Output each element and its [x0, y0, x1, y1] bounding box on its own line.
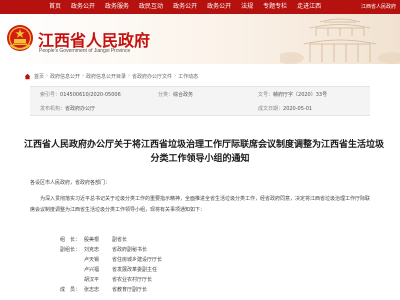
meta-category-label: 分类： — [158, 92, 174, 98]
home-icon — [24, 73, 31, 79]
member-name: 刘克忠 — [84, 247, 100, 253]
member-role: 成 员： — [59, 287, 80, 293]
member-post: 省教育厅副厅长 — [112, 287, 148, 293]
breadcrumb-separator: › — [128, 73, 131, 79]
topbar-right-link[interactable]: 江西省人民政府 — [361, 0, 396, 14]
member-name: 卢兴福 — [84, 267, 100, 273]
member-row: 成 员： 张志忠 省教育厅副厅长 — [30, 286, 147, 295]
meta-agency: 发布机构：省政府办公厅 — [40, 105, 95, 114]
meta-docno: 文号：赣府厅字〔2020〕33号 — [258, 91, 327, 100]
site-subtitle: People's Government of Jiangxi Province — [39, 48, 131, 54]
member-row: 副组长： 刘克忠 省政府副秘书长 — [30, 246, 147, 255]
meta-agency-value: 省政府办公厅 — [65, 106, 96, 112]
meta-date: 成文日期：2020-05-01 — [258, 105, 312, 114]
meta-docno-label: 文号： — [258, 92, 274, 98]
member-role: 组 长： — [59, 237, 80, 243]
breadcrumb-separator: › — [174, 73, 177, 79]
member-name: 卢天锡 — [84, 257, 100, 263]
nav-item-topics[interactable]: 专题专栏 — [258, 0, 292, 14]
member-row: 组 长： 殷美根 副省长 — [30, 236, 127, 245]
top-nav-bar: 首页 政务公开 政务服务 政民互动 政务公开 政务公开 法规 专题专栏 走进江西… — [0, 0, 400, 14]
member-post: 省发展改革委副主任 — [112, 267, 158, 273]
meta-agency-label: 发布机构： — [40, 106, 66, 112]
nav-item-gov-open-2[interactable]: 政务公开 — [168, 0, 202, 14]
breadcrumb-separator: › — [82, 73, 85, 79]
pavilion-illustration-icon — [280, 18, 400, 64]
site-header: 江西省人民政府 People's Government of Jiangxi P… — [0, 14, 400, 64]
nav-item-gov-service[interactable]: 政务服务 — [100, 0, 134, 14]
breadcrumb-catalog[interactable]: 政府信息公开目录 — [86, 73, 126, 80]
breadcrumb-office-docs[interactable]: 省政府办公厅文件 — [132, 73, 172, 80]
breadcrumb-current[interactable]: 工作动态 — [178, 73, 198, 80]
nav-item-gov-open-3[interactable]: 政务公开 — [202, 0, 236, 14]
main-nav: 首页 政务公开 政务服务 政民互动 政务公开 政务公开 法规 专题专栏 走进江西 — [44, 0, 326, 14]
member-role: 副组长： — [59, 247, 80, 253]
document-title: 江西省人民政府办公厅关于将江西省垃圾治理工作厅际联席会议制度调整为江西省生活垃圾… — [24, 138, 385, 166]
meta-date-label: 成文日期： — [258, 106, 284, 112]
member-row: 卢兴福 省发展改革委副主任 — [30, 266, 157, 275]
nav-item-home[interactable]: 首页 — [44, 0, 66, 14]
nav-item-laws[interactable]: 法规 — [236, 0, 258, 14]
member-post: 省政府副秘书长 — [112, 247, 148, 253]
nav-item-gov-open[interactable]: 政务公开 — [66, 0, 100, 14]
nav-item-about-jiangxi[interactable]: 走进江西 — [292, 0, 326, 14]
member-post: 省住房城乡建设厅厅长 — [112, 257, 163, 263]
member-name: 胡汉平 — [84, 277, 100, 283]
document-paragraph: 为深入贯彻落实习近平总书记关于垃圾分类工作的重要指示精神，全面推进全省生活垃圾分… — [30, 196, 371, 213]
member-row: 胡汉平 省农业农村厅厅长 — [30, 276, 152, 285]
meta-index-value: 014500610/2020-05006 — [60, 92, 121, 98]
breadcrumb-separator: › — [46, 73, 49, 79]
breadcrumb: 首页 › 政府信息公开 › 政府信息公开目录 › 省政府办公厅文件 › 工作动态 — [24, 71, 384, 81]
member-post: 副省长 — [112, 237, 128, 243]
document-title-line-2: 分类工作领导小组的通知 — [150, 154, 250, 164]
meta-category: 分类：综合政务 — [158, 91, 193, 100]
member-name: 殷美根 — [84, 237, 100, 243]
national-emblem-icon — [7, 25, 33, 51]
meta-row-2: 发布机构：省政府办公厅 成文日期：2020-05-01 — [40, 105, 360, 114]
meta-index-label: 索引号： — [40, 92, 61, 98]
meta-category-value: 综合政务 — [173, 92, 194, 98]
breadcrumb-gov-info[interactable]: 政府信息公开 — [50, 73, 80, 80]
meta-date-value: 2020-05-01 — [283, 106, 313, 112]
meta-docno-value: 赣府厅字〔2020〕33号 — [273, 92, 328, 98]
member-post: 省农业农村厅厅长 — [112, 277, 153, 283]
document-title-line-1: 江西省人民政府办公厅关于将江西省垃圾治理工作厅际联席会议制度调整为江西省生活垃圾 — [24, 140, 385, 150]
meta-index: 索引号：014500610/2020-05006 — [40, 91, 121, 100]
breadcrumb-home[interactable]: 首页 — [34, 73, 44, 80]
member-row: 卢天锡 省住房城乡建设厅厅长 — [30, 256, 162, 265]
member-name: 张志忠 — [84, 287, 100, 293]
document-salutation: 各设区市人民政府，省政府各部门： — [30, 180, 111, 186]
meta-row-1: 索引号：014500610/2020-05006 分类：综合政务 文号：赣府厅字… — [40, 91, 360, 100]
nav-item-interaction[interactable]: 政民互动 — [134, 0, 168, 14]
document-meta-box: 索引号：014500610/2020-05006 分类：综合政务 文号：赣府厅字… — [30, 86, 370, 116]
